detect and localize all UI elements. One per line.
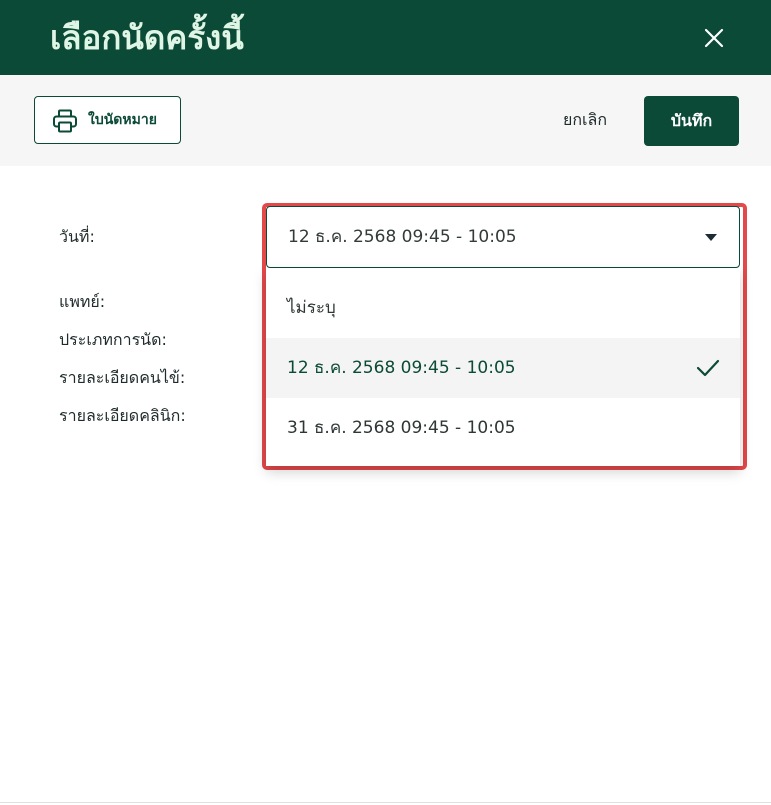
appointment-type-label: ประเภทการนัด: — [59, 330, 167, 349]
date-option-label: 12 ธ.ค. 2568 09:45 - 10:05 — [287, 358, 516, 378]
date-select[interactable]: 12 ธ.ค. 2568 09:45 - 10:05 — [266, 206, 740, 268]
save-button[interactable]: บันทึก — [644, 96, 739, 146]
date-option-dec-31[interactable]: 31 ธ.ค. 2568 09:45 - 10:05 — [266, 398, 740, 458]
date-option-label: 31 ธ.ค. 2568 09:45 - 10:05 — [287, 418, 516, 438]
date-dropdown-menu: ไม่ระบุ 12 ธ.ค. 2568 09:45 - 10:05 31 ธ.… — [266, 268, 740, 466]
clinic-details-label: รายละเอียดคลินิก: — [59, 406, 186, 425]
date-select-value: 12 ธ.ค. 2568 09:45 - 10:05 — [288, 227, 517, 247]
cancel-button[interactable]: ยกเลิก — [545, 96, 625, 144]
date-option-label: ไม่ระบุ — [287, 298, 336, 318]
dialog-header: เลือกนัดครั้งนี้ — [0, 0, 771, 75]
check-icon — [696, 359, 720, 377]
doctor-label: แพทย์: — [59, 292, 106, 311]
close-icon — [704, 28, 724, 48]
date-option-dec-12[interactable]: 12 ธ.ค. 2568 09:45 - 10:05 — [266, 338, 740, 398]
dialog-toolbar: ใบนัดหมาย ยกเลิก บันทึก — [0, 75, 771, 166]
date-label: วันที่: — [59, 227, 95, 246]
dialog-title: เลือกนัดครั้งนี้ — [50, 18, 244, 57]
date-option-unspecified[interactable]: ไม่ระบุ — [266, 278, 740, 338]
patient-details-label: รายละเอียดคนไข้: — [59, 368, 186, 387]
print-appointment-label: ใบนัดหมาย — [88, 112, 157, 128]
chevron-down-icon — [705, 234, 717, 241]
bottom-divider — [0, 802, 771, 803]
close-button[interactable] — [700, 24, 728, 52]
print-appointment-button[interactable]: ใบนัดหมาย — [34, 96, 181, 144]
printer-icon — [53, 109, 77, 133]
